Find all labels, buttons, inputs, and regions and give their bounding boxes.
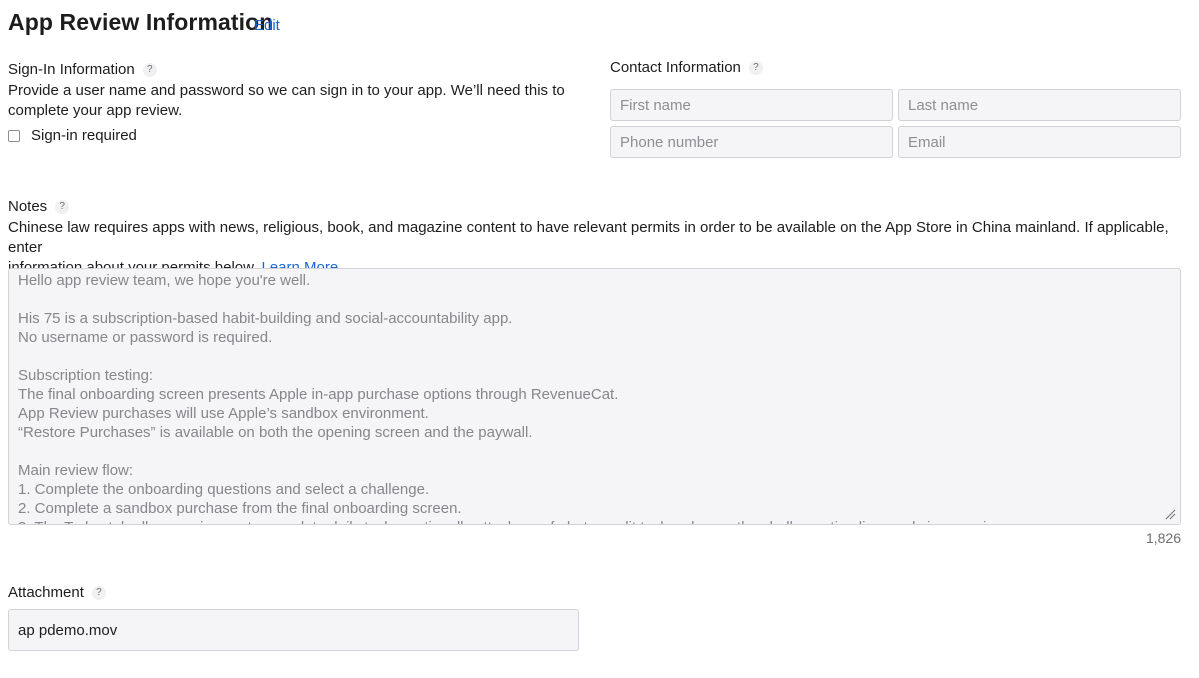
page-title: App Review Information xyxy=(8,9,274,35)
attachment-field[interactable] xyxy=(8,609,579,651)
sign-in-required-checkbox[interactable] xyxy=(8,129,20,142)
attachment-heading-label: Attachment xyxy=(8,584,84,601)
sign-in-help-icon[interactable]: ? xyxy=(142,62,157,77)
notes-help-icon[interactable]: ? xyxy=(55,199,70,214)
last-name-field[interactable] xyxy=(898,89,1181,121)
attachment-section-heading: Attachment ? xyxy=(8,584,106,601)
email-field[interactable] xyxy=(898,126,1181,158)
sign-in-heading-label: Sign-In Information xyxy=(8,61,135,78)
notes-description-line-1: Chinese law requires apps with news, rel… xyxy=(8,219,1169,256)
notes-heading-label: Notes xyxy=(8,198,48,215)
notes-section-heading: Notes ? xyxy=(8,198,70,215)
sign-in-description-line-2: complete your app review. xyxy=(8,102,183,119)
contact-heading-label: Contact Information xyxy=(610,59,741,76)
sign-in-section-heading: Sign-In Information ? xyxy=(8,61,157,78)
attachment-help-icon[interactable]: ? xyxy=(91,585,106,600)
notes-text[interactable]: Hello app review team, we hope you're we… xyxy=(9,271,1180,524)
phone-number-field[interactable] xyxy=(610,126,893,158)
notes-textarea[interactable]: Hello app review team, we hope you're we… xyxy=(8,268,1181,525)
sign-in-description: Provide a user name and password so we c… xyxy=(8,81,568,121)
resize-grip-icon[interactable] xyxy=(1165,509,1176,520)
notes-character-count: 1,826 xyxy=(1145,530,1181,546)
contact-section-heading: Contact Information ? xyxy=(610,59,763,76)
edit-link[interactable]: Edit xyxy=(254,17,280,34)
contact-help-icon[interactable]: ? xyxy=(748,60,763,75)
sign-in-description-line-1: Provide a user name and password so we c… xyxy=(8,82,565,99)
first-name-field[interactable] xyxy=(610,89,893,121)
sign-in-required-row[interactable]: Sign-in required xyxy=(8,127,137,144)
sign-in-required-label: Sign-in required xyxy=(31,127,137,144)
